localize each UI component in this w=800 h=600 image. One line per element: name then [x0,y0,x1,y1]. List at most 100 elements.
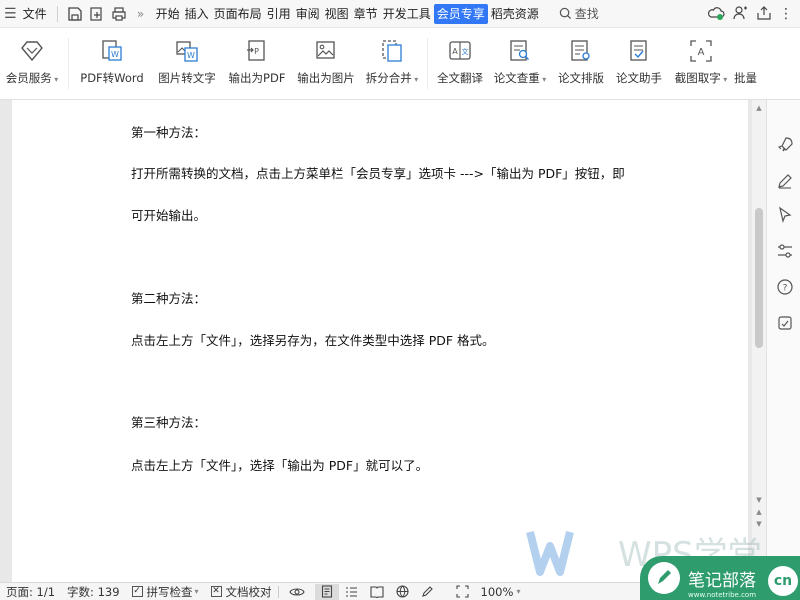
divider [427,38,428,89]
plagiarism-check-label: 论文查重 [493,71,540,85]
screenshot-text-icon: A [690,40,712,62]
split-merge-button[interactable]: 拆分合并 ▾ [361,28,423,100]
translate-icon: A文 [449,41,471,60]
search-icon [559,7,571,20]
svg-text:A: A [452,47,458,56]
export-image-button[interactable]: 输出为图片 [291,28,361,100]
tab-references[interactable]: 引用 [265,4,293,24]
paragraph-text: 打开所需转换的文档，点击上方菜单栏「会员专享」选项卡 --->「输出为 PDF」… [131,166,625,181]
cursor-icon[interactable] [776,206,794,224]
web-view-icon[interactable] [390,583,415,600]
page-indicator[interactable]: 页面: 1/1 [0,583,61,600]
search-label: 查找 [574,7,599,21]
help-icon[interactable]: ? [776,278,794,296]
pdf-to-word-label: PDF转Word [80,71,144,85]
paragraph-heading-1: 第一种方法： [131,125,207,140]
svg-text:文: 文 [462,47,469,56]
export-pdf-label: 输出为PDF [228,71,286,85]
tab-view[interactable]: 视图 [323,4,351,24]
thesis-format-icon [571,40,590,61]
export-image-label: 输出为图片 [297,71,355,85]
screenshot-text-button[interactable]: A 截图取字 ▾ [668,28,734,100]
pen-icon[interactable] [776,172,794,190]
paragraph-heading-2: 第二种方法： [131,291,207,306]
export-icon[interactable] [86,3,108,25]
split-merge-label: 拆分合并 [365,71,412,85]
tab-docer[interactable]: 稻壳资源 [489,4,541,24]
full-translate-label: 全文翻译 [437,71,483,85]
divider [68,38,69,89]
outline-view-icon[interactable] [339,583,364,600]
fit-page-icon[interactable] [450,583,475,600]
page-up-icon[interactable]: ▲ [755,508,763,516]
backup-icon[interactable] [776,314,794,332]
tab-developer[interactable]: 开发工具 [381,4,433,24]
thesis-assistant-icon [630,40,647,61]
file-menu[interactable]: ☰ 文件 [0,0,51,28]
spellcheck-button[interactable]: ✓ 拼写检查 ▾ [126,583,205,600]
pen-logo-icon [648,562,680,594]
thesis-format-button[interactable]: 论文排版 [552,28,610,100]
pdf-to-word-button[interactable]: W PDF转Word [73,28,151,100]
svg-text:A: A [698,47,705,58]
proofread-button[interactable]: ✕ 文档校对 [205,583,278,600]
batch-button[interactable]: 批量 [734,28,758,100]
notetribe-url: www.notetribe.com [688,591,757,599]
document-page[interactable]: 第一种方法： 打开所需转换的文档，点击上方菜单栏「会员专享」选项卡 --->「输… [12,100,748,582]
cloud-sync-icon[interactable] [707,4,725,25]
tab-chapter[interactable]: 章节 [352,4,380,24]
print-icon[interactable] [108,3,130,25]
scroll-down-icon[interactable]: ▼ [755,496,763,504]
paragraph-text: 点击左上方「文件」，选择「输出为 PDF」就可以了。 [131,458,429,473]
hamburger-icon: ☰ [4,5,17,22]
notetribe-cn-badge: cn [768,566,798,596]
diamond-icon [21,41,43,62]
tab-page-layout[interactable]: 页面布局 [212,4,264,24]
paragraph-text: 点击左上方「文件」，选择另存为，在文件类型中选择 PDF 格式。 [131,333,495,348]
page-view-icon[interactable] [314,583,339,600]
member-service-button[interactable]: 会员服务 ▾ [0,28,64,100]
vertical-scrollbar[interactable]: ▲ ▼ ▲ ▼ [752,100,766,582]
full-translate-button[interactable]: A文 全文翻译 [432,28,488,100]
plagiarism-check-icon [510,40,529,61]
ribbon-toolbar: 会员服务 ▾ W PDF转Word W 图片转文字 P 输出为PDF 输出为图片… [0,28,800,100]
batch-label: 批量 [734,71,757,85]
tab-review[interactable]: 审阅 [294,4,322,24]
eye-protect-icon[interactable] [279,583,315,600]
plagiarism-check-button[interactable]: 论文查重 ▾ [488,28,552,100]
tab-member[interactable]: 会员专享 [433,3,488,24]
pdf-to-word-icon: W [102,40,122,61]
spellcheck-label: 拼写检查 [146,584,193,599]
svg-text:W: W [187,51,195,60]
tab-home[interactable]: 开始 [154,4,182,24]
split-merge-icon [382,40,402,62]
svg-text:W: W [111,50,119,59]
more-options-icon[interactable]: ⋮ [779,6,794,22]
thesis-format-label: 论文排版 [558,71,604,85]
write-mode-icon[interactable] [415,583,440,600]
sliders-icon[interactable] [776,242,794,260]
collaborate-icon[interactable] [731,4,749,25]
image-to-text-icon: W [176,41,198,62]
export-pdf-button[interactable]: P 输出为PDF [223,28,291,100]
save-icon[interactable] [64,3,86,25]
reading-view-icon[interactable] [364,583,390,600]
share-icon[interactable] [755,4,773,25]
image-to-text-button[interactable]: W 图片转文字 [151,28,223,100]
scrollbar-thumb[interactable] [755,208,763,348]
member-service-label: 会员服务 [5,71,52,85]
more-chevron-icon[interactable]: » [130,3,152,25]
word-count[interactable]: 字数: 139 [61,583,125,600]
tab-insert[interactable]: 插入 [183,4,211,24]
scroll-up-icon[interactable]: ▲ [755,104,763,112]
proofread-label: 文档校对 [225,584,272,599]
rocket-icon[interactable] [776,136,794,154]
paragraph-heading-3: 第三种方法： [131,415,207,430]
notetribe-watermark: 笔记部落 www.notetribe.com cn [640,556,800,600]
document-area[interactable]: 第一种方法： 打开所需转换的文档，点击上方菜单栏「会员专享」选项卡 --->「输… [0,100,752,582]
zoom-level[interactable]: 100% ▾ [475,583,527,600]
thesis-assistant-button[interactable]: 论文助手 [610,28,668,100]
search-box[interactable]: 查找 [559,5,599,22]
notetribe-label: 笔记部落 [688,570,756,591]
screenshot-text-label: 截图取字 [674,71,721,85]
